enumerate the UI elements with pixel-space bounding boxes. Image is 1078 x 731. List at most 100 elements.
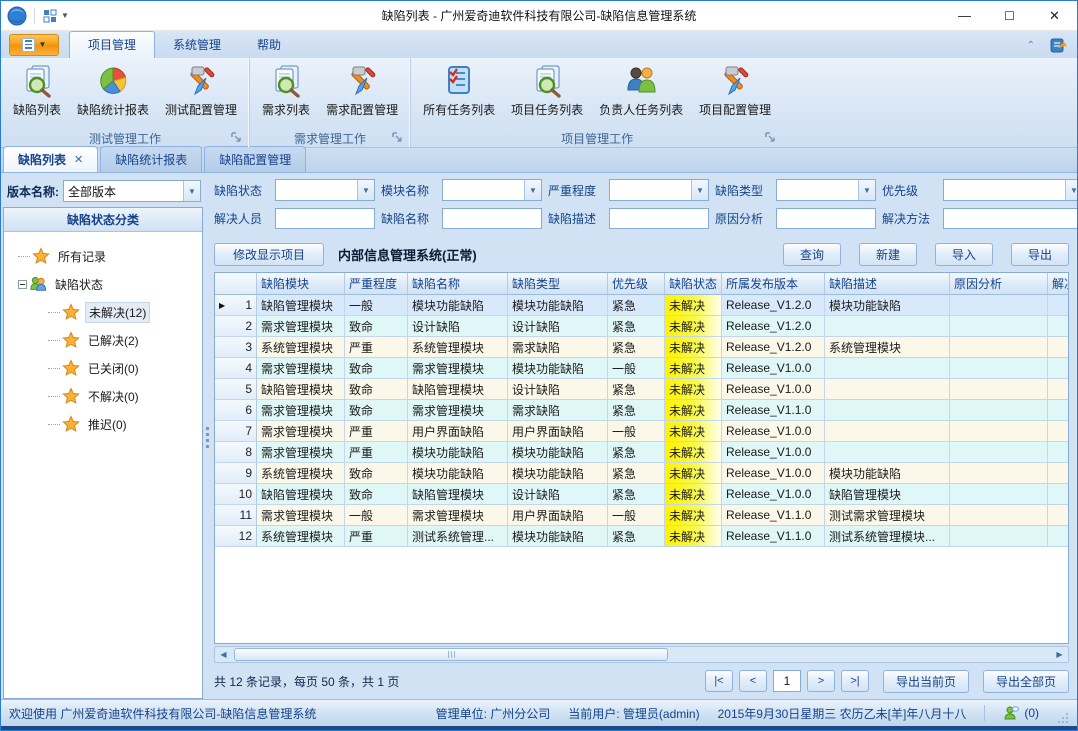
ribbon-button-项目配置管理[interactable]: 项目配置管理 — [691, 60, 779, 120]
last-page-button[interactable]: >| — [841, 670, 869, 692]
cell-缺陷模块: 系统管理模块 — [257, 337, 345, 358]
table-row[interactable]: 8需求管理模块严重模块功能缺陷模块功能缺陷紧急未解决Release_V1.0.0 — [215, 442, 1068, 463]
cell-缺陷类型: 模块功能缺陷 — [508, 526, 608, 547]
filter-input-缺陷描述[interactable] — [609, 208, 709, 229]
ribbon-button-负责人任务列表[interactable]: 负责人任务列表 — [591, 60, 691, 120]
table-row[interactable]: ▶1缺陷管理模块一般模块功能缺陷模块功能缺陷紧急未解决Release_V1.2.… — [215, 295, 1068, 316]
ribbon-button-需求配置管理[interactable]: 需求配置管理 — [318, 60, 406, 120]
first-page-button[interactable]: |< — [705, 670, 733, 692]
export-all-pages-button[interactable]: 导出全部页 — [983, 670, 1069, 693]
ribbon-tab-帮助[interactable]: 帮助 — [239, 32, 299, 58]
minimize-button[interactable]: — — [942, 1, 987, 30]
row-number-cell: 2 — [215, 316, 257, 337]
ribbon-button-需求列表[interactable]: 需求列表 — [254, 60, 318, 120]
sidebar-splitter[interactable] — [203, 175, 212, 699]
filter-input-原因分析[interactable] — [776, 208, 876, 229]
export-current-page-button[interactable]: 导出当前页 — [883, 670, 969, 693]
table-row[interactable]: 2需求管理模块致命设计缺陷设计缺陷紧急未解决Release_V1.2.0 — [215, 316, 1068, 337]
tree-item-已解决(2)[interactable]: 已解决(2) — [48, 326, 198, 354]
column-header-缺陷名称[interactable]: 缺陷名称 — [408, 273, 508, 295]
tree-item-所有记录[interactable]: 所有记录 — [18, 242, 198, 270]
close-tab-icon[interactable]: ✕ — [74, 153, 83, 166]
tree-item-不解决(0)[interactable]: 不解决(0) — [48, 382, 198, 410]
toolbar-button-查询[interactable]: 查询 — [783, 243, 841, 266]
scrollbar-track[interactable] — [232, 647, 1051, 662]
toolbar-button-导入[interactable]: 导入 — [935, 243, 993, 266]
chevron-down-icon[interactable]: ▼ — [1065, 180, 1078, 200]
tree-item-缺陷状态[interactable]: 缺陷状态 — [18, 270, 198, 298]
doc-tab-缺陷统计报表[interactable]: 缺陷统计报表 — [100, 146, 202, 172]
close-button[interactable]: ✕ — [1032, 1, 1077, 30]
toolbar-button-导出[interactable]: 导出 — [1011, 243, 1069, 266]
column-header-所属发布版本[interactable]: 所属发布版本 — [722, 273, 825, 295]
chevron-down-icon[interactable]: ▼ — [183, 181, 200, 201]
dialog-launcher-icon[interactable] — [765, 132, 777, 144]
column-header-缺陷模块[interactable]: 缺陷模块 — [257, 273, 345, 295]
tools-icon — [718, 64, 752, 98]
quick-access-toolbar-button[interactable]: ▼ — [42, 8, 69, 24]
ribbon-button-所有任务列表[interactable]: 所有任务列表 — [415, 60, 503, 120]
toolbar-button-新建[interactable]: 新建 — [859, 243, 917, 266]
table-row[interactable]: 11需求管理模块一般需求管理模块用户界面缺陷一般未解决Release_V1.1.… — [215, 505, 1068, 526]
chevron-down-icon[interactable]: ▼ — [691, 180, 708, 200]
prev-page-button[interactable]: < — [739, 670, 767, 692]
table-row[interactable]: 7需求管理模块严重用户界面缺陷用户界面缺陷一般未解决Release_V1.0.0 — [215, 421, 1068, 442]
column-header-缺陷类型[interactable]: 缺陷类型 — [508, 273, 608, 295]
dialog-launcher-icon[interactable] — [392, 132, 404, 144]
filter-input-解决方法[interactable] — [943, 208, 1078, 229]
table-row[interactable]: 6需求管理模块致命需求管理模块需求缺陷紧急未解决Release_V1.1.0 — [215, 400, 1068, 421]
filter-combo-缺陷类型[interactable]: ▼ — [776, 179, 876, 201]
table-row[interactable]: 5缺陷管理模块致命缺陷管理模块设计缺陷紧急未解决Release_V1.0.0 — [215, 379, 1068, 400]
column-header-缺陷状态[interactable]: 缺陷状态 — [665, 273, 722, 295]
column-header-缺陷描述[interactable]: 缺陷描述 — [825, 273, 950, 295]
scroll-right-icon[interactable]: ▶ — [1051, 647, 1068, 662]
column-header-严重程度[interactable]: 严重程度 — [345, 273, 408, 295]
resize-grip[interactable] — [1057, 712, 1069, 724]
chevron-down-icon[interactable]: ▼ — [524, 180, 541, 200]
maximize-button[interactable]: ☐ — [987, 1, 1032, 30]
filter-combo-严重程度[interactable]: ▼ — [609, 179, 709, 201]
doc-tab-缺陷配置管理[interactable]: 缺陷配置管理 — [204, 146, 306, 172]
tree-item-未解决(12)[interactable]: 未解决(12) — [48, 298, 198, 326]
filter-input-解决人员[interactable] — [275, 208, 375, 229]
ribbon-button-项目任务列表[interactable]: 项目任务列表 — [503, 60, 591, 120]
table-row[interactable]: 10缺陷管理模块致命缺陷管理模块设计缺陷紧急未解决Release_V1.0.0缺… — [215, 484, 1068, 505]
chevron-down-icon[interactable]: ▼ — [858, 180, 875, 200]
tree-item-已关闭(0)[interactable]: 已关闭(0) — [48, 354, 198, 382]
horizontal-scrollbar[interactable]: ◀ ▶ — [214, 646, 1069, 663]
application-menu-button[interactable]: ▼ — [9, 34, 59, 56]
ribbon-tab-系统管理[interactable]: 系统管理 — [155, 32, 239, 58]
ribbon-group-label: 项目管理工作 — [415, 129, 779, 147]
ribbon-button-缺陷统计报表[interactable]: 缺陷统计报表 — [69, 60, 157, 120]
chevron-down-icon[interactable]: ▼ — [357, 180, 374, 200]
row-number: 4 — [245, 361, 252, 375]
table-row[interactable]: 9系统管理模块致命模块功能缺陷模块功能缺陷紧急未解决Release_V1.0.0… — [215, 463, 1068, 484]
filter-combo-缺陷状态[interactable]: ▼ — [275, 179, 375, 201]
column-header-原因分析[interactable]: 原因分析 — [950, 273, 1048, 295]
collapse-ribbon-icon[interactable]: ⌃ — [1027, 40, 1035, 51]
table-row[interactable]: 3系统管理模块严重系统管理模块需求缺陷紧急未解决Release_V1.2.0系统… — [215, 337, 1068, 358]
column-header-优先级[interactable]: 优先级 — [608, 273, 665, 295]
cell-所属发布版本: Release_V1.0.0 — [722, 463, 825, 484]
doc-tab-缺陷列表[interactable]: 缺陷列表✕ — [3, 146, 98, 172]
tree-item-推迟(0)[interactable]: 推迟(0) — [48, 410, 198, 438]
filter-combo-模块名称[interactable]: ▼ — [442, 179, 542, 201]
dialog-launcher-icon[interactable] — [231, 132, 243, 144]
table-row[interactable]: 4需求管理模块致命需求管理模块模块功能缺陷一般未解决Release_V1.0.0 — [215, 358, 1068, 379]
filter-combo-优先级[interactable]: ▼ — [943, 179, 1078, 201]
page-number-input[interactable]: 1 — [773, 670, 801, 692]
scroll-left-icon[interactable]: ◀ — [215, 647, 232, 662]
filter-input-缺陷名称[interactable] — [442, 208, 542, 229]
column-header-解决方法[interactable]: 解决方法 — [1048, 273, 1069, 295]
scrollbar-thumb[interactable] — [234, 648, 668, 661]
version-select[interactable]: 全部版本 ▼ — [63, 180, 201, 202]
ribbon-button-测试配置管理[interactable]: 测试配置管理 — [157, 60, 245, 120]
collapse-node-icon[interactable] — [18, 280, 27, 289]
ribbon-button-缺陷列表[interactable]: 缺陷列表 — [5, 60, 69, 120]
modify-display-items-button[interactable]: 修改显示项目 — [214, 243, 324, 266]
message-indicator[interactable]: (0) — [1003, 705, 1039, 721]
next-page-button[interactable]: > — [807, 670, 835, 692]
table-row[interactable]: 12系统管理模块严重测试系统管理...模块功能缺陷紧急未解决Release_V1… — [215, 526, 1068, 547]
help-icon[interactable] — [1049, 36, 1067, 54]
ribbon-tab-项目管理[interactable]: 项目管理 — [69, 31, 155, 58]
